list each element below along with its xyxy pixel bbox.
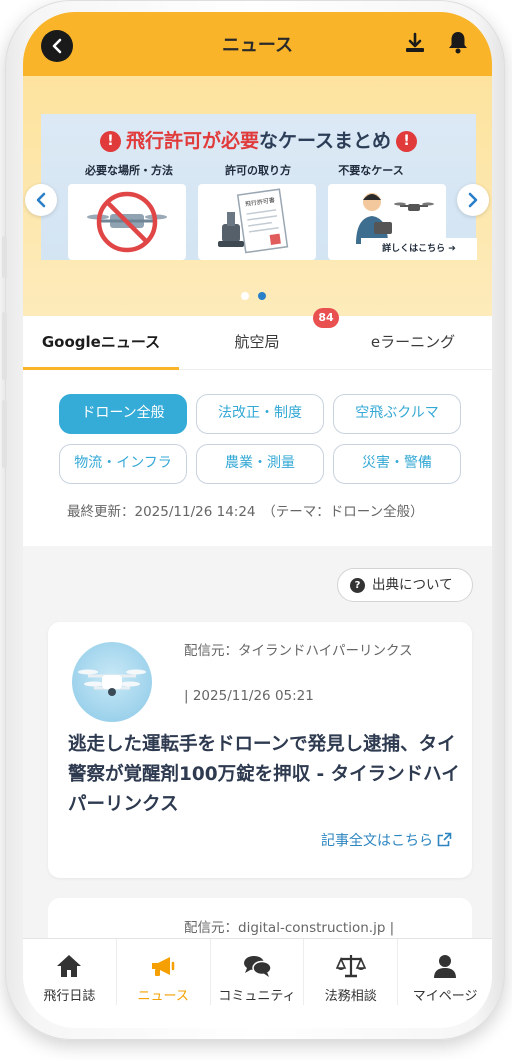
download-icon[interactable] bbox=[404, 32, 426, 54]
chat-bubbles-icon bbox=[243, 956, 272, 977]
banner-card-label: 必要な場所・方法 bbox=[85, 164, 173, 177]
nav-label: 飛行日誌 bbox=[43, 989, 96, 1004]
banner-title: ! 飛行許可が必要なケースまとめ! bbox=[41, 126, 476, 153]
phone-frame: ニュース ! 飛行許可が必要なケースまとめ! 必要な場所・方法 許可の取り方 不要… bbox=[2, 0, 505, 1040]
banner-slide[interactable]: !飛行許可が必要なケースまとめ! 必要な場所・方法 許可の取り方 不要なケース bbox=[41, 114, 477, 260]
no-drone-icon bbox=[87, 191, 167, 253]
carousel-dot[interactable] bbox=[241, 292, 249, 300]
exclamation-icon: ! bbox=[99, 131, 121, 152]
news-card[interactable]: 配信元：タイランドハイパーリンクス | 2025/11/26 05:21 逃走し… bbox=[48, 622, 472, 878]
banner-card-label: 許可の取り方 bbox=[225, 164, 291, 177]
last-updated-text: 最終更新：2025/11/26 14:24 （テーマ：ドローン全般） bbox=[67, 504, 424, 520]
tab-elearning[interactable]: eラーニング bbox=[335, 316, 491, 370]
news-source-tabs: Googleニュース 航空局 eラーニング 84 bbox=[23, 308, 492, 370]
nav-label: コミュニティ bbox=[218, 989, 296, 1004]
article-source: 配信元：タイランドハイパーリンクス bbox=[184, 643, 413, 659]
bell-icon[interactable] bbox=[447, 30, 469, 54]
nav-label: ニュース bbox=[137, 989, 189, 1004]
phone-side-button bbox=[2, 400, 7, 468]
chip-agriculture-survey[interactable]: 農業・測量 bbox=[196, 444, 324, 484]
article-source: 配信元：digital-construction.jp | bbox=[184, 920, 395, 936]
article-thumbnail bbox=[72, 642, 152, 722]
permit-document-icon: 飛行許可書 bbox=[218, 188, 289, 254]
carousel-next-button[interactable] bbox=[457, 184, 489, 216]
source-info-label: 出典について bbox=[372, 577, 453, 593]
article-headline[interactable]: 逃走した運転手をドローンで発見し逮捕、タイ警察が覚醒剤100万錠を押収 - タイ… bbox=[68, 730, 464, 820]
chip-logistics-infra[interactable]: 物流・インフラ bbox=[59, 444, 187, 484]
banner-card-places bbox=[68, 184, 186, 260]
chip-drone-general[interactable]: ドローン全般 bbox=[59, 394, 187, 434]
nav-label: マイページ bbox=[412, 989, 478, 1004]
carousel-prev-button[interactable] bbox=[25, 184, 57, 216]
bottom-navigation: 飛行日誌 ニュース コミュニティ 法務相談 マイページ bbox=[23, 938, 492, 1028]
phone-side-button bbox=[2, 236, 7, 278]
chevron-left-icon bbox=[36, 192, 46, 208]
chip-flying-car[interactable]: 空飛ぶクルマ bbox=[333, 394, 461, 434]
user-icon bbox=[434, 955, 457, 978]
banner-carousel: !飛行許可が必要なケースまとめ! 必要な場所・方法 許可の取り方 不要なケース bbox=[23, 76, 492, 316]
scales-icon bbox=[335, 955, 366, 978]
banner-card-label: 不要なケース bbox=[338, 164, 404, 177]
tab-aviation-bureau[interactable]: 航空局 bbox=[179, 316, 335, 370]
home-icon bbox=[57, 955, 82, 977]
drone-image-icon bbox=[78, 669, 146, 696]
read-full-article-label: 記事全文はこちら bbox=[321, 833, 433, 849]
theme-filter: ドローン全般 法改正・制度 空飛ぶクルマ 物流・インフラ 農業・測量 災害・警備… bbox=[23, 370, 492, 546]
nav-my-page[interactable]: マイページ bbox=[398, 939, 492, 1005]
nav-community[interactable]: コミュニティ bbox=[211, 939, 305, 1005]
source-info-button[interactable]: ? 出典について bbox=[337, 568, 473, 602]
chevron-right-icon bbox=[468, 192, 478, 208]
app-screen: ニュース ! 飛行許可が必要なケースまとめ! 必要な場所・方法 許可の取り方 不要… bbox=[23, 12, 492, 1028]
chip-disaster-security[interactable]: 災害・警備 bbox=[333, 444, 461, 484]
article-date: | 2025/11/26 05:21 bbox=[184, 688, 314, 704]
nav-flight-log[interactable]: 飛行日誌 bbox=[23, 939, 117, 1005]
question-icon: ? bbox=[350, 578, 365, 593]
exclamation-icon: ! bbox=[396, 131, 418, 152]
notification-badge: 84 bbox=[313, 308, 339, 328]
banner-more-link[interactable]: 詳しくはこちら ➔ bbox=[361, 238, 477, 260]
nav-label: 法務相談 bbox=[324, 989, 377, 1004]
megaphone-icon bbox=[152, 957, 175, 976]
chip-law-regulation[interactable]: 法改正・制度 bbox=[196, 394, 324, 434]
nav-legal-consult[interactable]: 法務相談 bbox=[304, 939, 399, 1005]
carousel-dot-active[interactable] bbox=[258, 292, 266, 300]
banner-card-permit: 飛行許可書 bbox=[198, 184, 316, 260]
phone-side-button bbox=[2, 312, 7, 380]
tab-google-news[interactable]: Googleニュース bbox=[23, 316, 179, 370]
nav-news[interactable]: ニュース bbox=[117, 939, 211, 1005]
app-header: ニュース bbox=[23, 12, 492, 76]
external-link-icon bbox=[437, 832, 452, 847]
read-full-article-link[interactable]: 記事全文はこちら bbox=[321, 830, 452, 850]
